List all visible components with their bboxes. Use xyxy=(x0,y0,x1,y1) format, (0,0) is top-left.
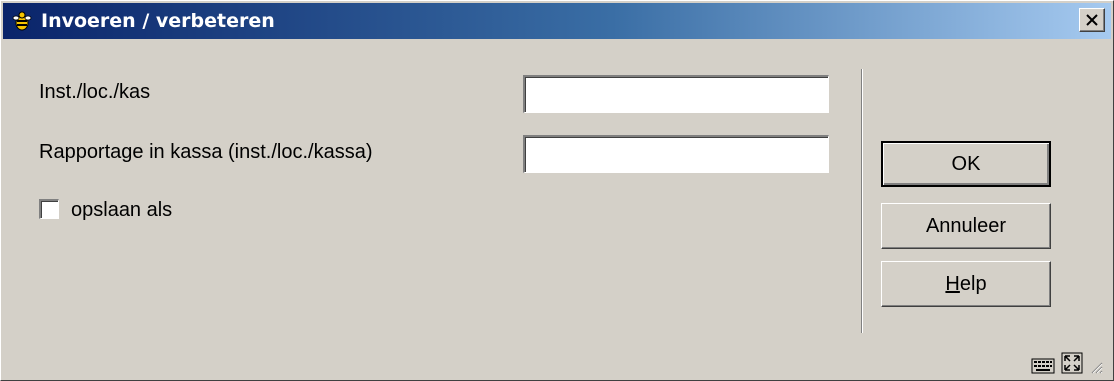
close-button[interactable] xyxy=(1079,8,1105,32)
keyboard-icon[interactable] xyxy=(1031,356,1055,374)
resize-grip-icon[interactable] xyxy=(1089,360,1103,374)
cancel-button[interactable]: Annuleer xyxy=(881,203,1051,249)
opslaan-als-label[interactable]: opslaan als xyxy=(71,199,172,222)
help-button[interactable]: Help xyxy=(881,261,1051,307)
vertical-separator xyxy=(861,69,863,333)
opslaan-als-checkbox[interactable] xyxy=(39,199,59,219)
dialog-window: Invoeren / verbeteren Inst./loc./kas Rap… xyxy=(0,0,1114,381)
status-bar-icons xyxy=(1031,352,1103,374)
inst-loc-kas-label: Inst./loc./kas xyxy=(39,81,151,103)
inst-loc-kas-input[interactable] xyxy=(523,75,829,113)
help-button-label: Help xyxy=(945,272,987,295)
ok-button[interactable]: OK xyxy=(881,141,1051,187)
close-icon xyxy=(1086,14,1098,26)
title-bar[interactable]: Invoeren / verbeteren xyxy=(3,3,1111,39)
ok-button-label: OK xyxy=(951,152,981,175)
rapportage-kassa-input[interactable] xyxy=(523,135,829,173)
app-icon xyxy=(11,10,33,32)
cancel-button-label: Annuleer xyxy=(925,214,1007,237)
maximize-icon[interactable] xyxy=(1061,352,1083,374)
rapportage-kassa-label: Rapportage in kassa (inst./loc./kassa) xyxy=(39,141,373,163)
window-title: Invoeren / verbeteren xyxy=(41,10,275,32)
